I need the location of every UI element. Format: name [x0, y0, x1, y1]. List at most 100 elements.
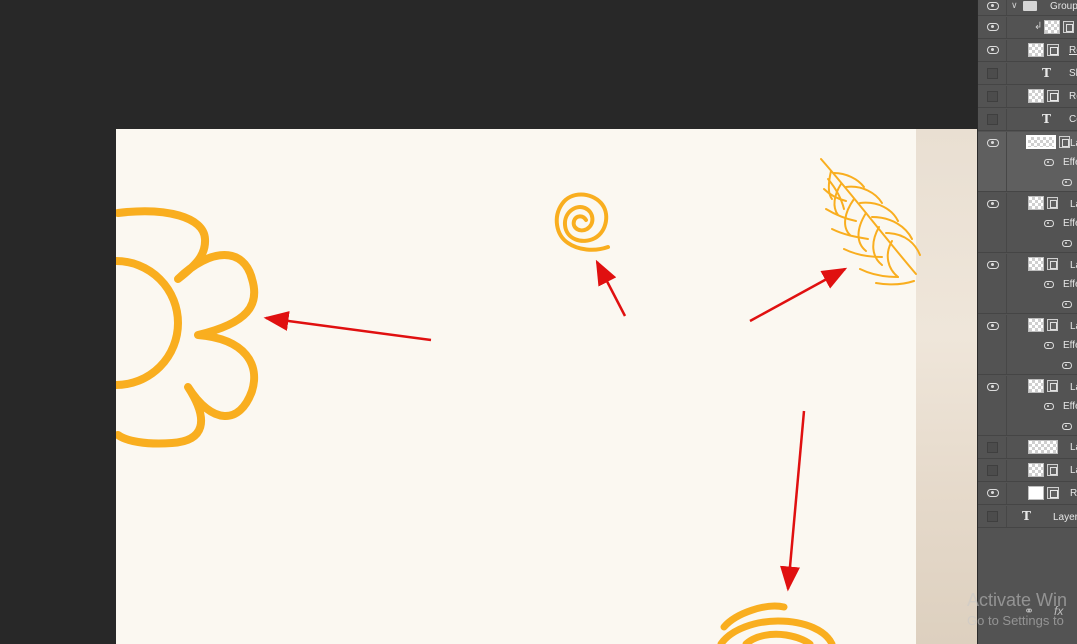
arrow-to-fern-leaf — [749, 267, 848, 323]
layer-row[interactable]: La Effe — [978, 376, 1077, 436]
layer-name: Re — [1069, 91, 1077, 102]
text-layer-icon: T — [1042, 112, 1051, 126]
layer-row[interactable]: T Co — [978, 109, 1077, 131]
layer-row[interactable]: La — [978, 437, 1077, 459]
eye-icon — [987, 2, 999, 10]
layer-name: Sl — [1069, 68, 1077, 79]
layer-row[interactable]: Re — [978, 40, 1077, 62]
document-canvas[interactable] — [116, 129, 977, 644]
fx-icon[interactable]: fx — [1054, 604, 1063, 618]
visibility-toggle[interactable] — [978, 315, 1007, 374]
eye-icon — [987, 383, 999, 391]
visibility-toggle[interactable] — [978, 109, 1007, 130]
folder-icon — [1023, 1, 1037, 11]
layer-name: Layer — [1053, 512, 1077, 523]
hidden-visibility-box — [987, 442, 998, 453]
layer-row[interactable]: La Effe — [978, 193, 1077, 253]
layer-row[interactable]: La — [978, 460, 1077, 482]
document-workspace — [0, 0, 977, 644]
layer-row-selected[interactable]: La Effe — [978, 132, 1077, 192]
eye-icon — [987, 139, 999, 147]
link-icon[interactable]: ⚭ — [1024, 604, 1034, 618]
effects-label: Effe — [1063, 340, 1077, 351]
text-layer-icon: T — [1042, 66, 1051, 80]
layer-thumbnail — [1026, 135, 1056, 149]
smart-object-icon — [1047, 464, 1058, 476]
layer-thumbnail — [1028, 43, 1044, 57]
eye-icon — [987, 322, 999, 330]
effects-eye-icon[interactable] — [1044, 220, 1054, 227]
layer-name: La — [1070, 465, 1077, 476]
smart-object-icon — [1047, 380, 1058, 392]
visibility-toggle[interactable] — [978, 376, 1007, 435]
layer-thumbnail — [1028, 257, 1044, 271]
layer-row[interactable]: Re — [978, 483, 1077, 505]
layer-thumbnail — [1028, 196, 1044, 210]
layer-name: Group — [1050, 1, 1077, 12]
eye-icon — [987, 261, 999, 269]
smart-object-icon — [1063, 21, 1074, 33]
layer-thumbnail — [1028, 89, 1044, 103]
visibility-toggle[interactable] — [978, 132, 1007, 191]
smart-object-icon — [1047, 319, 1058, 331]
hidden-visibility-box — [987, 114, 998, 125]
effects-label: Effe — [1063, 157, 1077, 168]
hidden-visibility-box — [987, 511, 998, 522]
visibility-toggle[interactable] — [978, 460, 1007, 481]
smart-object-icon — [1059, 136, 1070, 148]
layers-panel-footer: ⚭ fx — [978, 600, 1077, 624]
layer-thumbnail — [1028, 463, 1044, 477]
effects-label: Effe — [1063, 401, 1077, 412]
visibility-toggle[interactable] — [978, 63, 1007, 84]
effects-eye-icon[interactable] — [1044, 342, 1054, 349]
visibility-toggle[interactable] — [978, 17, 1007, 38]
arrow-to-small-spiral — [595, 259, 627, 317]
effect-eye-icon[interactable] — [1062, 423, 1072, 430]
visibility-toggle[interactable] — [978, 483, 1007, 504]
visibility-toggle[interactable] — [978, 254, 1007, 313]
effect-eye-icon[interactable] — [1062, 301, 1072, 308]
vector-mask-icon — [1047, 487, 1059, 499]
effect-eye-icon[interactable] — [1062, 240, 1072, 247]
effects-label: Effe — [1063, 279, 1077, 290]
visibility-toggle[interactable] — [978, 506, 1007, 527]
layer-row[interactable]: T Layer — [978, 506, 1077, 528]
layer-row[interactable]: La Effe — [978, 315, 1077, 375]
layer-name: Re — [1070, 488, 1077, 499]
visibility-toggle[interactable] — [978, 193, 1007, 252]
layer-name: La — [1070, 138, 1077, 149]
layer-thumbnail — [1028, 440, 1058, 454]
clip-arrow-icon: ↲ — [1034, 21, 1043, 32]
smart-object-icon — [1047, 197, 1058, 209]
layer-row-group[interactable]: ∨ Group — [978, 0, 1077, 16]
visibility-toggle[interactable] — [978, 437, 1007, 458]
effect-eye-icon[interactable] — [1062, 179, 1072, 186]
layer-row[interactable]: Re — [978, 86, 1077, 108]
layer-name: Co — [1069, 114, 1077, 125]
layer-name: La — [1070, 199, 1077, 210]
layer-name: La — [1070, 260, 1077, 271]
layer-row[interactable]: ↲ — [978, 17, 1077, 39]
layer-thumbnail — [1044, 20, 1060, 34]
layer-thumbnail — [1028, 379, 1044, 393]
hidden-visibility-box — [987, 465, 998, 476]
layer-name: La — [1070, 442, 1077, 453]
effect-eye-icon[interactable] — [1062, 362, 1072, 369]
hidden-visibility-box — [987, 91, 998, 102]
layer-name: La — [1070, 321, 1077, 332]
layer-row[interactable]: T Sl — [978, 63, 1077, 85]
eye-icon — [987, 23, 999, 31]
visibility-toggle[interactable] — [978, 86, 1007, 107]
vector-mask-icon — [1047, 44, 1059, 56]
text-layer-icon: T — [1022, 509, 1031, 523]
effects-eye-icon[interactable] — [1044, 281, 1054, 288]
layer-row[interactable]: La Effe — [978, 254, 1077, 314]
eye-icon — [987, 46, 999, 54]
chevron-down-icon[interactable]: ∨ — [1011, 0, 1018, 11]
layer-name: Re — [1069, 45, 1077, 56]
visibility-toggle[interactable] — [978, 40, 1007, 61]
effects-eye-icon[interactable] — [1044, 159, 1054, 166]
effects-eye-icon[interactable] — [1044, 403, 1054, 410]
smart-object-icon — [1047, 258, 1058, 270]
visibility-toggle[interactable] — [978, 0, 1007, 15]
